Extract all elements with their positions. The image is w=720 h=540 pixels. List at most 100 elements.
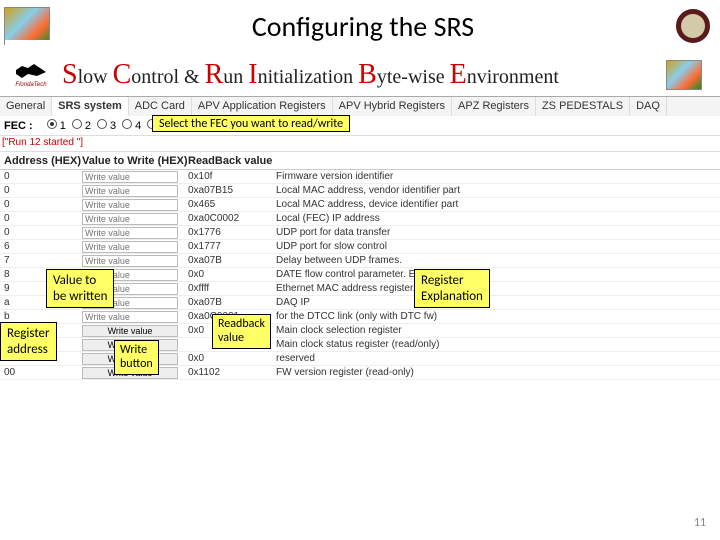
cell-explain: for the DTCC link (only with DTC fw) [276, 311, 720, 322]
cell-explain: Local MAC address, device identifier par… [276, 199, 720, 210]
tab-daq[interactable]: DAQ [630, 97, 667, 116]
cell-readback: 0xa07B [188, 297, 276, 308]
cell-address: 00 [0, 367, 82, 378]
write-input[interactable] [82, 185, 178, 197]
write-input[interactable] [82, 311, 178, 323]
table-row: 0 0x1776UDP port for data transfer [0, 226, 720, 240]
cell-explain: Local MAC address, vendor identifier par… [276, 185, 720, 196]
cell-readback: 0xffff [188, 283, 276, 294]
cell-write [82, 255, 188, 267]
cell-address: 0 [0, 227, 82, 238]
cell-write [82, 199, 188, 211]
fec-radio-label-2: 2 [85, 120, 91, 132]
table-row: 7 0xa07BDelay between UDP frames. [0, 254, 720, 268]
tab-apv-application-registers[interactable]: APV Application Registers [192, 97, 333, 116]
scribe-acronym: Slow Control & Run Initialization Byte-w… [62, 59, 559, 91]
table-row: b0xa0C0001for the DTCC link (only with D… [0, 310, 720, 324]
table-row: 00Write valueMain clock status register … [0, 338, 720, 352]
table-row: 00Write value0x0reserved [0, 352, 720, 366]
annot-select-fec: Select the FEC you want to read/write [152, 115, 350, 132]
cell-readback: 0xa07B15 [188, 185, 276, 196]
cell-address: 0 [0, 171, 82, 182]
cell-address: 0 [0, 213, 82, 224]
table-row: 00Write value0x0Main clock selection reg… [0, 324, 720, 338]
cell-explain: UDP port for data transfer [276, 227, 720, 238]
slide-header: Configuring the SRS [0, 0, 720, 52]
col-header-readback: ReadBack value [188, 155, 276, 167]
slide-title: Configuring the SRS [50, 9, 676, 44]
seal-logo-right [676, 9, 710, 43]
fec-selector-row: FEC : 12345 Select the FEC you want to r… [0, 116, 720, 136]
cell-readback: 0x0 [188, 353, 276, 364]
cell-address: 0 [0, 185, 82, 196]
annot-value-to-write: Value tobe written [46, 269, 114, 308]
cell-readback: 0x1776 [188, 227, 276, 238]
cell-explain: FW version register (read-only) [276, 367, 720, 378]
annot-register-explanation: RegisterExplanation [414, 269, 490, 308]
cell-write [82, 171, 188, 183]
tab-bar: GeneralSRS systemADC CardAPV Application… [0, 96, 720, 116]
write-input[interactable] [82, 241, 178, 253]
cell-write: Write value [82, 325, 188, 337]
cell-readback: 0x10f [188, 171, 276, 182]
cell-readback: 0xa07B [188, 255, 276, 266]
tab-zs-pedestals[interactable]: ZS PEDESTALS [536, 97, 630, 116]
table-row: 00xa0C0002Local (FEC) IP address [0, 212, 720, 226]
cell-explain: Delay between UDP frames. [276, 255, 720, 266]
fec-radio-1[interactable] [47, 119, 57, 129]
cell-explain: Firmware version identifier [276, 171, 720, 182]
fec-radio-label-1: 1 [60, 120, 66, 132]
write-input[interactable] [82, 171, 178, 183]
col-header-address: Address (HEX) [0, 155, 82, 167]
panther-logo: FloridaTech [8, 57, 54, 93]
cell-address: b [0, 311, 82, 322]
write-button[interactable]: Write value [82, 325, 178, 337]
tab-apv-hybrid-registers[interactable]: APV Hybrid Registers [333, 97, 452, 116]
tab-apz-registers[interactable]: APZ Registers [452, 97, 536, 116]
fec-radio-label-3: 3 [110, 120, 116, 132]
fec-radio-3[interactable] [97, 119, 107, 129]
fec-radio-4[interactable] [122, 119, 132, 129]
table-row: 00Write value0x1102FW version register (… [0, 366, 720, 380]
tab-srs-system[interactable]: SRS system [52, 97, 129, 116]
tab-general[interactable]: General [0, 97, 52, 116]
slide-number: 11 [694, 516, 706, 530]
cell-write [82, 227, 188, 239]
table-row: 60x1777UDP port for slow control [0, 240, 720, 254]
cell-explain: Main clock status register (read/only) [276, 339, 720, 350]
register-table: Address (HEX) Value to Write (HEX) ReadB… [0, 152, 720, 380]
write-input[interactable] [82, 199, 178, 211]
annot-readback-value: Readbackvalue [212, 314, 271, 349]
fec-label: FEC : [4, 120, 33, 132]
cms-logo-small [666, 60, 702, 90]
table-row: 0 0x465Local MAC address, device identifi… [0, 198, 720, 212]
cell-address: 0 [0, 199, 82, 210]
cell-explain: DAQ IP [276, 297, 720, 308]
write-input[interactable] [82, 255, 178, 267]
table-row: 0 0x10fFirmware version identifier [0, 170, 720, 184]
table-row: 0 0xa07B15Local MAC address, vendor ident… [0, 184, 720, 198]
cell-explain: reserved [276, 353, 720, 364]
cell-readback: 0x465 [188, 199, 276, 210]
cell-address: 7 [0, 255, 82, 266]
cell-readback: 0x0 [188, 269, 276, 280]
annot-register-address: Registeraddress [0, 322, 57, 361]
cell-write [82, 213, 188, 225]
col-header-write: Value to Write (HEX) [82, 155, 188, 167]
write-input[interactable] [82, 213, 178, 225]
cell-readback: 0x1777 [188, 241, 276, 252]
cell-explain: DATE flow control parameter. Experimenta… [276, 269, 720, 280]
cell-explain: Ethernet MAC address register. Reserved! [276, 283, 720, 294]
write-input[interactable] [82, 227, 178, 239]
cell-explain: Main clock selection register [276, 325, 720, 336]
fec-radio-2[interactable] [72, 119, 82, 129]
cell-readback: 0x1102 [188, 367, 276, 378]
annot-write-button: Writebutton [114, 340, 159, 375]
cell-explain: Local (FEC) IP address [276, 213, 720, 224]
scribe-banner: FloridaTech Slow Control & Run Initializ… [0, 52, 720, 96]
cell-write [82, 185, 188, 197]
fec-radio-label-4: 4 [135, 120, 141, 132]
tab-adc-card[interactable]: ADC Card [129, 97, 192, 116]
cms-logo-left [4, 7, 50, 45]
status-line: ["Run 12 started "] [0, 136, 720, 152]
